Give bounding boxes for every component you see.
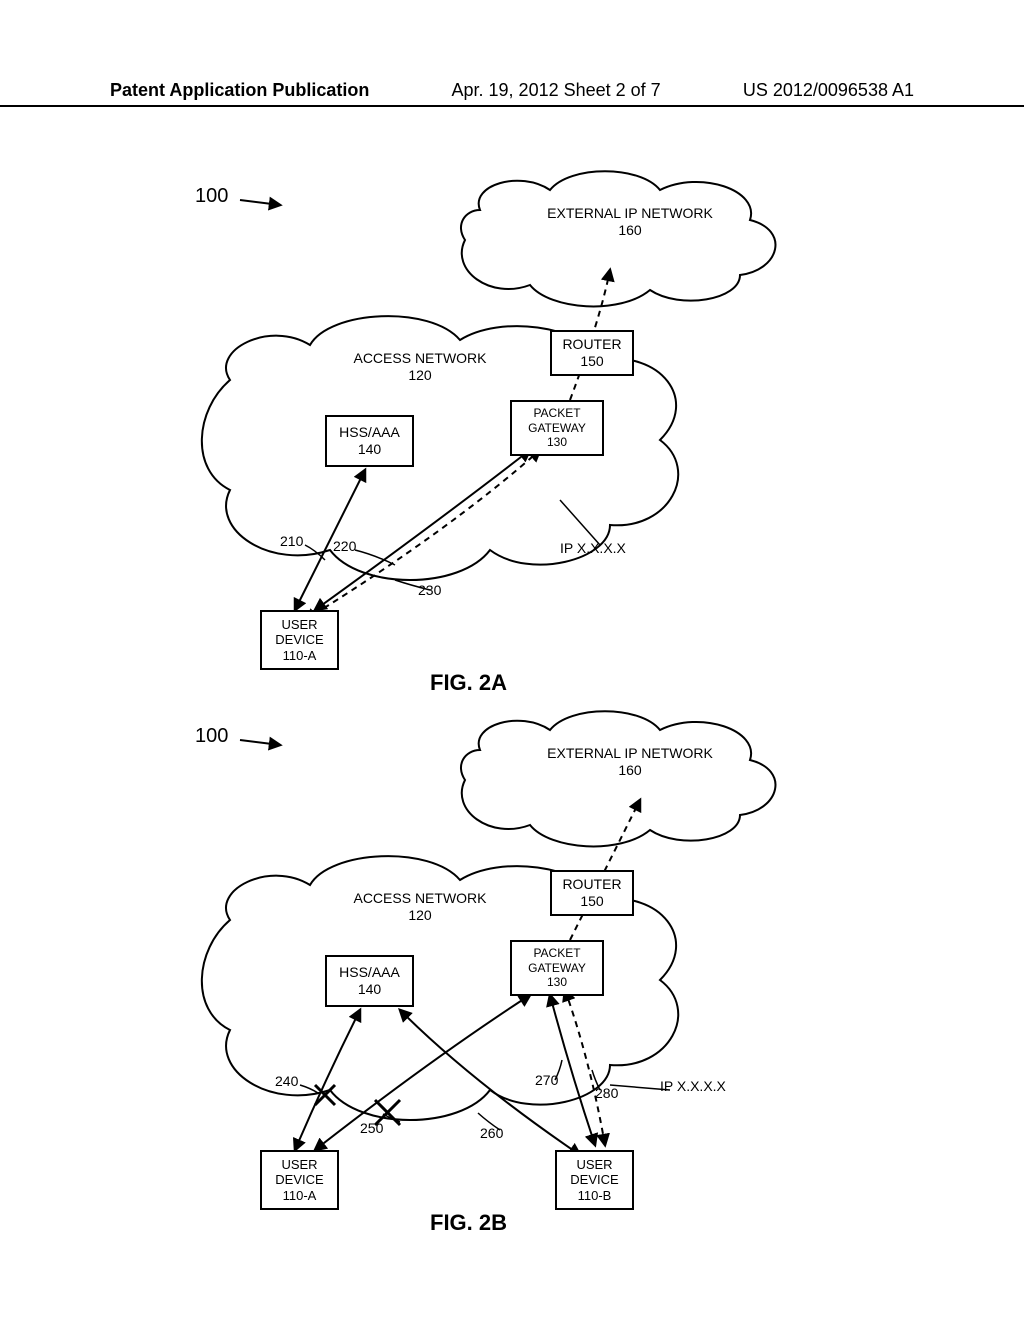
user-b-name-b: USER: [576, 1157, 612, 1173]
router-box-a: ROUTER 150: [550, 330, 634, 376]
flow-270: 270: [535, 1072, 558, 1089]
access-num-b: 120: [408, 907, 431, 923]
flow-230: 230: [418, 582, 441, 599]
page-header: Patent Application Publication Apr. 19, …: [0, 80, 1024, 107]
gateway-name2-b: GATEWAY: [528, 961, 586, 975]
figure-caption-2a: FIG. 2A: [430, 670, 507, 696]
access-num-a: 120: [408, 367, 431, 383]
ip-label-b: IP X.X.X.X: [660, 1078, 726, 1095]
user-a-box-a: USER DEVICE 110-A: [260, 610, 339, 670]
user-a-num-b: 110-A: [283, 1188, 317, 1204]
hss-num-a: 140: [358, 441, 381, 458]
ip-label-a: IP X.X.X.X: [560, 540, 626, 557]
flow-220: 220: [333, 538, 356, 555]
gateway-num-b: 130: [547, 975, 567, 989]
cloud-access-label-b: ACCESS NETWORK 120: [330, 890, 510, 924]
hss-box-a: HSS/AAA 140: [325, 415, 414, 467]
gateway-name-b: PACKET: [533, 946, 580, 960]
header-pubnum: US 2012/0096538 A1: [743, 80, 914, 101]
external-num-a: 160: [618, 222, 641, 238]
gateway-num-a: 130: [547, 435, 567, 449]
cloud-external-label-a: EXTERNAL IP NETWORK 160: [530, 205, 730, 239]
header-date-sheet: Apr. 19, 2012 Sheet 2 of 7: [452, 80, 661, 101]
external-name-a: EXTERNAL IP NETWORK: [547, 205, 713, 221]
cloud-external-b: [461, 711, 775, 846]
user-a-name-a: USER: [281, 617, 317, 633]
user-b-num-b: 110-B: [578, 1188, 612, 1204]
user-a-box-b: USER DEVICE 110-A: [260, 1150, 339, 1210]
gateway-name2-a: GATEWAY: [528, 421, 586, 435]
ref-100-a: 100: [195, 185, 228, 208]
figure-caption-2b: FIG. 2B: [430, 1210, 507, 1236]
user-a-name2-b: DEVICE: [275, 1172, 323, 1188]
flow-240: 240: [275, 1073, 298, 1090]
router-name-a: ROUTER: [562, 336, 621, 353]
diagram-area: 100 EXTERNAL IP NETWORK 160 ACCESS NETWO…: [100, 150, 920, 1250]
flow-210: 210: [280, 533, 303, 550]
ref-100-b: 100: [195, 725, 228, 748]
access-name-a: ACCESS NETWORK: [353, 350, 486, 366]
router-num-b: 150: [580, 893, 603, 910]
cloud-external-a: [461, 171, 775, 306]
hss-box-b: HSS/AAA 140: [325, 955, 414, 1007]
router-name-b: ROUTER: [562, 876, 621, 893]
router-num-a: 150: [580, 353, 603, 370]
flow-280: 280: [595, 1085, 618, 1102]
external-num-b: 160: [618, 762, 641, 778]
diagram-svg: [100, 150, 920, 1250]
flow-260: 260: [480, 1125, 503, 1142]
flow-250: 250: [360, 1120, 383, 1137]
hss-name-b: HSS/AAA: [339, 964, 400, 981]
user-a-num-a: 110-A: [283, 648, 317, 664]
user-a-name2-a: DEVICE: [275, 632, 323, 648]
cloud-access-label-a: ACCESS NETWORK 120: [330, 350, 510, 384]
user-a-name-b: USER: [281, 1157, 317, 1173]
user-b-name2-b: DEVICE: [570, 1172, 618, 1188]
gateway-box-b: PACKET GATEWAY 130: [510, 940, 604, 996]
user-b-box-b: USER DEVICE 110-B: [555, 1150, 634, 1210]
access-name-b: ACCESS NETWORK: [353, 890, 486, 906]
cloud-external-label-b: EXTERNAL IP NETWORK 160: [530, 745, 730, 779]
router-box-b: ROUTER 150: [550, 870, 634, 916]
hss-num-b: 140: [358, 981, 381, 998]
gateway-box-a: PACKET GATEWAY 130: [510, 400, 604, 456]
hss-name-a: HSS/AAA: [339, 424, 400, 441]
gateway-name-a: PACKET: [533, 406, 580, 420]
external-name-b: EXTERNAL IP NETWORK: [547, 745, 713, 761]
header-publication: Patent Application Publication: [110, 80, 369, 101]
